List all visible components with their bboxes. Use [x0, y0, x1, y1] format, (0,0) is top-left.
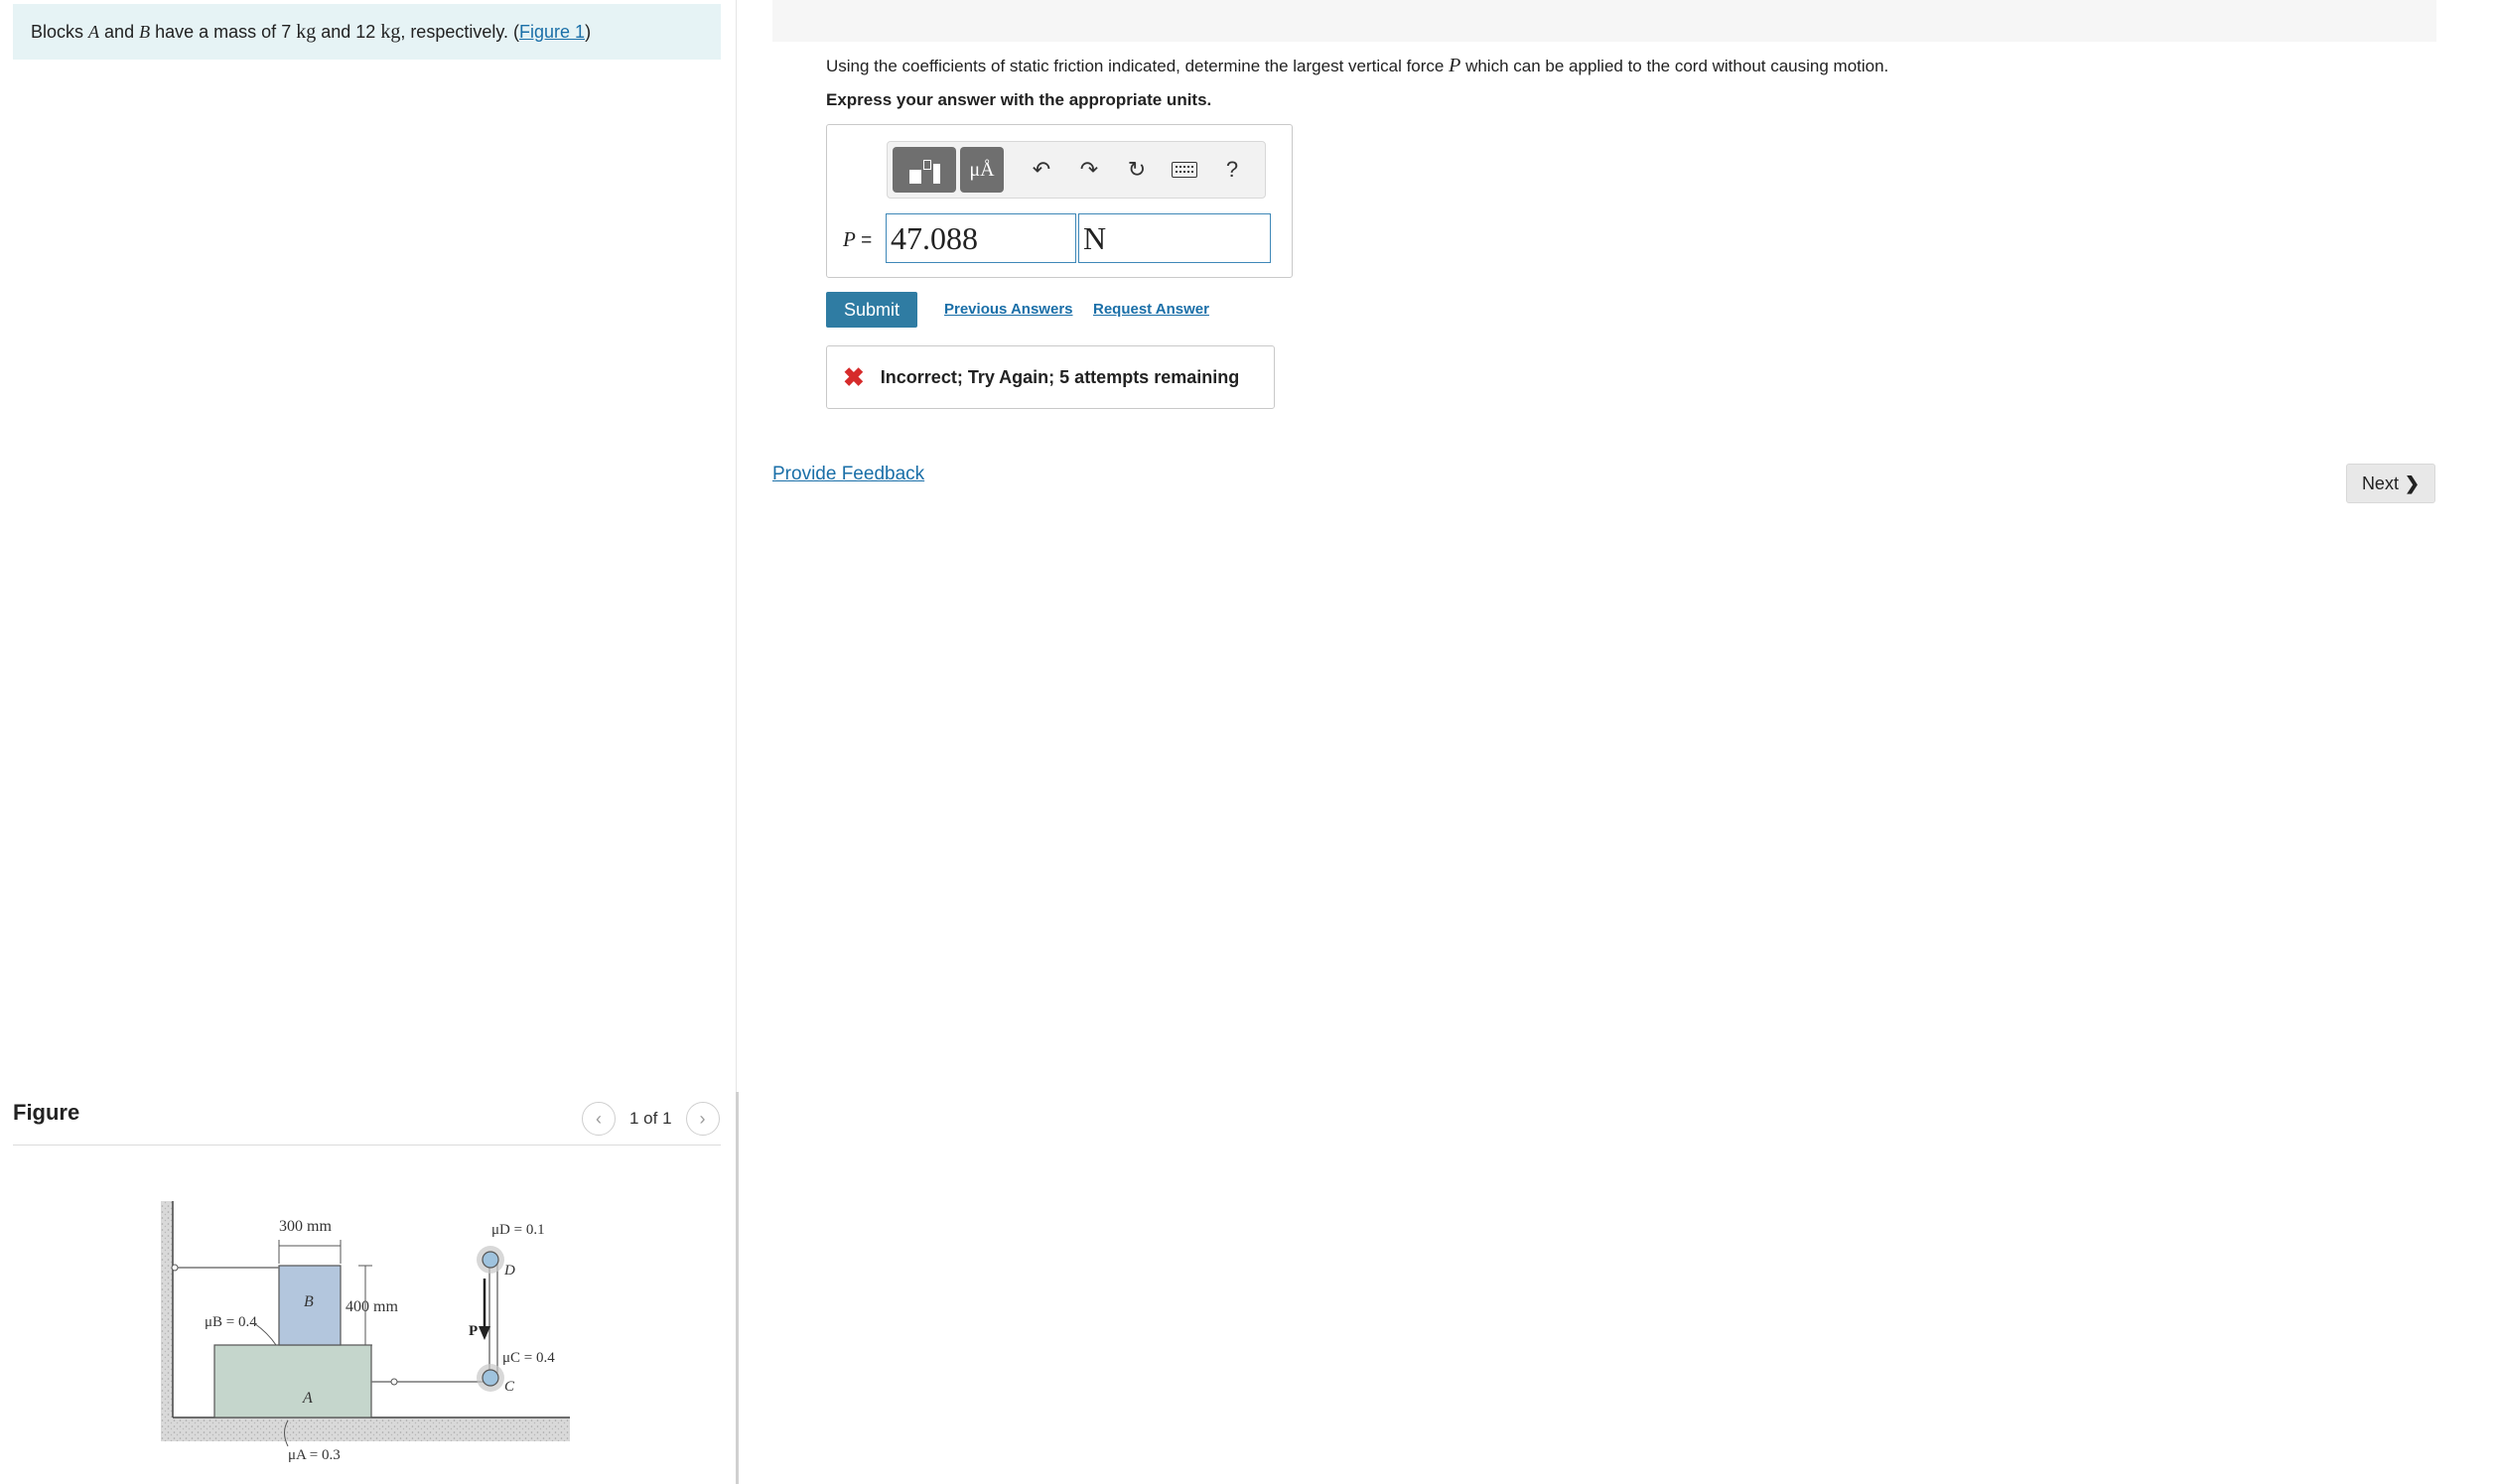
- dim-height-label: 400 mm: [346, 1298, 398, 1315]
- force-p-label: P: [469, 1323, 478, 1339]
- problem-and: and: [104, 22, 135, 42]
- block-a-symbol: A: [88, 22, 100, 42]
- answer-card: μÅ ↶ ↷ ↻ ? P = 47.088 N: [826, 124, 1293, 278]
- chevron-right-icon: ›: [699, 1108, 706, 1129]
- undo-icon: ↶: [1032, 157, 1051, 182]
- keyboard-button[interactable]: [1161, 147, 1208, 193]
- chevron-right-icon: ❯: [2404, 472, 2421, 493]
- question-text: Using the coefficients of static frictio…: [826, 55, 1888, 77]
- figure-counter: 1 of 1: [629, 1109, 672, 1128]
- feedback-box: ✖ Incorrect; Try Again; 5 attempts remai…: [826, 345, 1275, 409]
- answer-instruction: Express your answer with the appropriate…: [826, 90, 1212, 109]
- reset-button[interactable]: ↻: [1113, 147, 1161, 193]
- feedback-text: Incorrect; Try Again; 5 attempts remaini…: [880, 366, 1240, 387]
- answer-value-input[interactable]: 47.088: [886, 213, 1076, 263]
- dim-width-label: 300 mm: [279, 1218, 332, 1235]
- panel-divider[interactable]: [736, 1092, 739, 1484]
- keyboard-icon: [1172, 162, 1197, 178]
- problem-close: ): [585, 22, 592, 42]
- unit-kg-2: kg: [380, 21, 401, 43]
- question-after: which can be applied to the cord without…: [1465, 57, 1889, 75]
- request-answer-link[interactable]: Request Answer: [1093, 301, 1209, 318]
- question-before: Using the coefficients of static frictio…: [826, 57, 1445, 75]
- problem-prefix: Blocks: [31, 22, 84, 42]
- previous-answers-link[interactable]: Previous Answers: [944, 301, 1073, 318]
- figure-link[interactable]: Figure 1: [519, 22, 585, 42]
- mu-b-label: μB = 0.4: [205, 1314, 257, 1330]
- incorrect-icon: ✖: [843, 362, 865, 392]
- figure-pagination: ‹ 1 of 1 ›: [582, 1102, 720, 1136]
- chevron-left-icon: ‹: [596, 1108, 602, 1129]
- unit-kg-1: kg: [296, 21, 317, 43]
- block-a-label: A: [302, 1390, 313, 1407]
- submit-button[interactable]: Submit: [826, 292, 917, 328]
- redo-icon: ↷: [1079, 157, 1099, 182]
- problem-statement: Blocks A and B have a mass of 7 kg and 1…: [13, 4, 721, 60]
- question-variable: P: [1449, 55, 1461, 76]
- undo-button[interactable]: ↶: [1018, 147, 1065, 193]
- figure-divider: [13, 1145, 721, 1146]
- templates-icon: [907, 156, 941, 184]
- problem-suffix: , respectively. (: [400, 22, 520, 42]
- block-b-label: B: [304, 1293, 314, 1310]
- templates-button[interactable]: [893, 147, 956, 193]
- mu-d-label: μD = 0.1: [491, 1222, 545, 1238]
- friction-diagram: A B 300 mm 400 mm μB = 0.4 μA = 0.3 D μD…: [161, 1201, 570, 1463]
- pulley-d: [482, 1251, 499, 1269]
- provide-feedback-link[interactable]: Provide Feedback: [772, 464, 924, 485]
- next-label: Next: [2361, 472, 2399, 493]
- pulley-d-label: D: [503, 1263, 515, 1279]
- answer-equals: =: [861, 230, 873, 251]
- pulley-c: [482, 1369, 499, 1387]
- reset-icon: ↻: [1127, 157, 1147, 182]
- problem-and-2: and 12: [321, 22, 376, 42]
- answer-variable-label: P =: [843, 227, 872, 252]
- answer-variable: P: [843, 227, 856, 251]
- units-button[interactable]: μÅ: [960, 147, 1004, 193]
- redo-button[interactable]: ↷: [1065, 147, 1113, 193]
- figure-next-button[interactable]: ›: [685, 1102, 720, 1136]
- next-button[interactable]: Next ❯: [2346, 464, 2435, 503]
- problem-mid: have a mass of 7: [155, 22, 292, 42]
- mu-a-label: μA = 0.3: [288, 1447, 341, 1463]
- pulley-c-label: C: [504, 1379, 515, 1395]
- block-b-symbol: B: [139, 22, 151, 42]
- units-icon: μÅ: [969, 158, 995, 181]
- panel-divider-top: [736, 0, 737, 1092]
- mu-c-label: μC = 0.4: [502, 1350, 555, 1366]
- answer-unit-input[interactable]: N: [1078, 213, 1271, 263]
- ground: [161, 1417, 570, 1441]
- left-panel: Blocks A and B have a mass of 7 kg and 1…: [0, 0, 737, 1484]
- wall: [161, 1201, 173, 1429]
- figure-prev-button[interactable]: ‹: [582, 1102, 616, 1136]
- block-a: [213, 1344, 372, 1418]
- part-header: [772, 0, 2436, 42]
- help-button[interactable]: ?: [1208, 147, 1256, 193]
- figure-heading: Figure: [13, 1100, 80, 1125]
- help-icon: ?: [1225, 157, 1239, 182]
- math-toolbar: μÅ ↶ ↷ ↻ ?: [887, 141, 1266, 199]
